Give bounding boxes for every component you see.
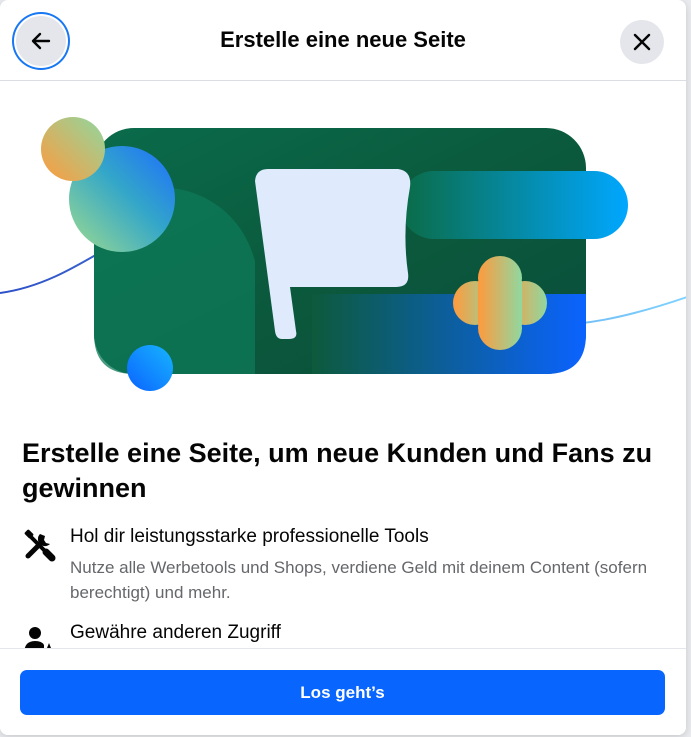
feature-title: Hol dir leistungsstarke professionelle T… [70, 526, 429, 547]
back-button[interactable] [16, 16, 66, 66]
feature-item-tools: Hol dir leistungsstarke professionelle T… [22, 526, 662, 610]
page-headline: Erstelle eine Seite, um neue Kunden und … [22, 438, 653, 503]
arrow-left-icon [31, 32, 51, 50]
feature-description: Nutze alle Werbetools und Shops, verdien… [70, 558, 648, 602]
dialog-header: Erstelle eine neue Seite [0, 0, 686, 81]
flag-illustration [0, 117, 686, 391]
get-started-button[interactable]: Los geht’s [20, 670, 665, 715]
hero-illustration [0, 81, 686, 411]
create-page-dialog: Erstelle eine neue Seite Erstelle eine S… [0, 0, 686, 735]
close-icon [633, 33, 651, 51]
feature-title: Gewähre anderen Zugriff [70, 622, 281, 643]
dialog-title: Erstelle eine neue Seite [220, 27, 466, 52]
close-button[interactable] [620, 20, 664, 64]
tools-icon [24, 529, 56, 562]
dialog-footer: Los geht’s [0, 648, 686, 735]
